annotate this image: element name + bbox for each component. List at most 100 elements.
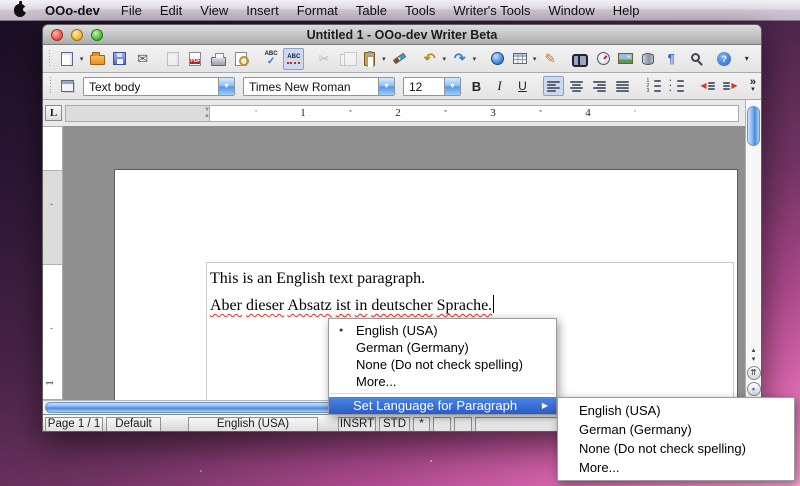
align-right-button[interactable] [589,76,610,96]
align-left-button[interactable] [543,76,564,96]
help-button[interactable]: ? [714,48,735,70]
font-name-dropdown-button[interactable]: ▼ [378,78,394,95]
vertical-ruler[interactable]: - - 1 [43,126,63,400]
new-document-dropdown-arrow[interactable]: ▾ [77,55,85,63]
misspelled-word[interactable]: Aber [210,297,242,314]
font-name-value[interactable]: Times New Roman [244,78,378,95]
save-button[interactable] [110,48,131,70]
paste-dropdown-arrow[interactable]: ▾ [380,55,388,63]
vertical-scrollbar-thumb[interactable] [747,106,760,146]
selection-mode-field[interactable]: STD [379,417,410,432]
toolbar-grip[interactable] [48,50,52,68]
font-size-combo[interactable]: 12 ▼ [403,77,461,96]
menu-view[interactable]: View [191,1,237,20]
context-menu-item-german-germany[interactable]: German (Germany) [329,339,556,356]
undo-button[interactable]: ↶ [419,48,440,70]
paste-button[interactable] [359,48,380,70]
insert-table-dropdown-arrow[interactable]: ▾ [530,55,538,63]
page-number-field[interactable]: Page 1 / 1 [45,417,103,432]
apple-menu[interactable] [0,4,36,17]
print-button[interactable] [208,48,229,70]
menu-edit[interactable]: Edit [151,1,191,20]
modified-flag-field[interactable]: * [413,417,430,432]
titlebar[interactable]: Untitled 1 - OOo-dev Writer Beta [43,25,761,45]
increase-indent-button[interactable]: ▶ [720,76,741,96]
new-document-button[interactable] [57,48,78,70]
font-size-dropdown-button[interactable]: ▼ [444,78,460,95]
page-style-field[interactable]: Default [106,417,161,432]
styles-button[interactable] [57,76,78,96]
menu-window[interactable]: Window [539,1,603,20]
misspelled-word[interactable]: Sprache. [437,297,493,314]
set-language-for-paragraph-item[interactable]: Set Language for Paragraph▶ [329,397,556,414]
submenu-item-none-do-not-check-spelling[interactable]: None (Do not check spelling) [558,439,794,458]
status-cell[interactable] [454,417,472,432]
email-document-button[interactable]: ✉ [132,48,153,70]
find-replace-button[interactable] [570,48,591,70]
menu-writer-s-tools[interactable]: Writer's Tools [444,1,539,20]
font-name-combo[interactable]: Times New Roman ▼ [243,77,395,96]
paragraph-english[interactable]: This is an English text paragraph. [210,265,733,292]
navigator-button[interactable] [593,48,614,70]
clone-formatting-button[interactable] [389,48,410,70]
bullet-list-button[interactable]: ••• [666,76,687,96]
language-field[interactable]: English (USA) [188,417,318,432]
insert-mode-field[interactable]: INSRT [338,417,376,432]
previous-page-button[interactable]: ⇈ [747,366,761,380]
insert-table-button[interactable] [510,48,531,70]
align-justified-button[interactable] [612,76,633,96]
menu-app[interactable]: OOo-dev [36,1,112,20]
toolbar-grip[interactable] [48,77,52,95]
toolbar-overflow[interactable]: » ▾ [750,78,758,94]
misspelled-word[interactable]: Absatz [287,297,331,314]
submenu-item-english-usa[interactable]: English (USA) [558,401,794,420]
scroll-down-button[interactable]: ▾ [752,355,756,364]
bold-button[interactable]: B [466,76,487,96]
menu-format[interactable]: Format [288,1,347,20]
export-pdf-button[interactable]: PDF [185,48,206,70]
submenu-item-more[interactable]: More... [558,458,794,477]
redo-dropdown-arrow[interactable]: ▾ [470,55,478,63]
scroll-up-button[interactable]: ▴ [752,346,756,355]
vertical-scrollbar[interactable]: ▴ ▾ ⇈ ▪ ⇊ [745,100,761,414]
page-preview-button[interactable] [231,48,252,70]
menu-help[interactable]: Help [604,1,649,20]
paragraph-style-value[interactable]: Text body [84,78,218,95]
indent-marker[interactable]: ▼▲ [204,107,210,119]
toolbar-options-button[interactable]: ▾ [736,48,757,70]
font-size-value[interactable]: 12 [404,78,444,95]
menu-tools[interactable]: Tools [396,1,444,20]
misspelled-word[interactable]: dieser [246,297,284,314]
hyperlink-button[interactable] [487,48,508,70]
show-draw-functions-button[interactable]: ✎ [540,48,561,70]
horizontal-ruler[interactable]: ▼▲ 1''2''3''4'' [65,105,739,122]
redo-button[interactable]: ↷ [449,48,470,70]
status-cell[interactable] [433,417,451,432]
navigation-button[interactable]: ▪ [747,382,761,396]
menu-file[interactable]: File [112,1,151,20]
misspelled-word[interactable]: deutscher [371,297,432,314]
zoom-button[interactable] [684,48,705,70]
gallery-button[interactable] [615,48,636,70]
numbered-list-button[interactable]: 123 [643,76,664,96]
decrease-indent-button[interactable]: ◀ [697,76,718,96]
underline-button[interactable]: U [512,76,533,96]
tab-type-selector[interactable]: L [45,105,62,121]
context-menu-item-more[interactable]: More... [329,373,556,390]
spellcheck-button[interactable]: ABC✓ [261,48,282,70]
align-center-button[interactable] [566,76,587,96]
misspelled-word[interactable]: in [355,297,367,314]
context-menu-item-english-usa[interactable]: ●English (USA) [329,322,556,339]
context-menu-item-none-do-not-check-spelling[interactable]: None (Do not check spelling) [329,356,556,373]
italic-button[interactable]: I [489,76,510,96]
menu-insert[interactable]: Insert [237,1,288,20]
misspelled-word[interactable]: ist [336,297,351,314]
open-document-button[interactable] [87,48,108,70]
paragraph-style-combo[interactable]: Text body ▼ [83,77,235,96]
formatting-marks-button[interactable]: ¶ [661,48,682,70]
submenu-item-german-germany[interactable]: German (Germany) [558,420,794,439]
undo-dropdown-arrow[interactable]: ▾ [440,55,448,63]
paragraph-german[interactable]: Aber dieser Absatz ist in deutscher Spra… [210,292,733,319]
auto-spellcheck-button[interactable]: ABC [283,48,304,70]
paragraph-style-dropdown-button[interactable]: ▼ [218,78,234,95]
